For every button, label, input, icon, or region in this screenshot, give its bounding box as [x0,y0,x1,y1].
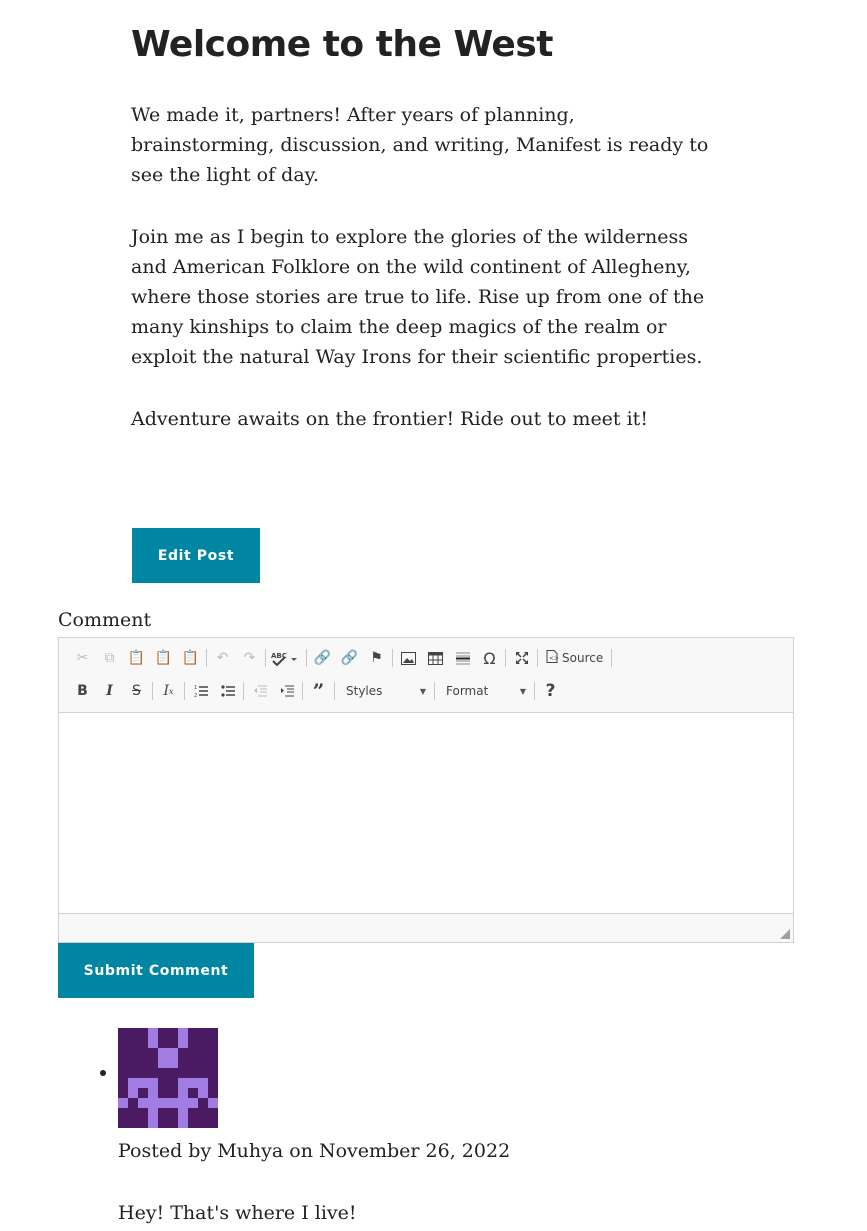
format-dropdown[interactable]: Format ▼ [437,680,532,702]
list-bullet [100,1070,106,1076]
numbered-list-icon[interactable]: 12 [187,678,214,704]
toolbar-separator [434,682,435,700]
svg-text:1: 1 [194,685,197,691]
chevron-down-icon: ▼ [419,686,426,696]
horizontal-line-icon[interactable] [449,645,476,671]
comment-item: Posted by Muhya on November 26, 2022 Hey… [100,1028,511,1228]
styles-dropdown[interactable]: Styles ▼ [337,680,432,702]
toolbar-separator [534,682,535,700]
blockquote-icon[interactable]: ” [305,678,332,704]
toolbar-separator [505,649,506,667]
remove-format-icon[interactable]: Ix [155,678,182,704]
undo-icon[interactable]: ↶ [209,645,236,671]
image-icon[interactable] [395,645,422,671]
spellcheck-icon[interactable]: ABC [268,645,304,671]
link-icon[interactable]: 🔗 [309,645,336,671]
editor-status-bar [59,913,793,942]
post-paragraph: We made it, partners! After years of pla… [131,104,709,186]
paste-icon[interactable]: 📋 [123,645,150,671]
toolbar-separator [611,649,613,667]
increase-indent-icon[interactable] [273,678,300,704]
comment-label: Comment [58,609,152,631]
resize-handle-icon[interactable] [780,929,790,939]
styles-label: Styles [346,684,383,698]
strikethrough-icon[interactable]: S [123,678,150,704]
toolbar-separator [152,682,153,700]
avatar [118,1028,218,1128]
toolbar-separator [306,649,307,667]
bold-icon[interactable]: B [69,678,96,704]
redo-icon[interactable]: ↷ [236,645,263,671]
source-button[interactable]: <> Source [540,645,609,671]
anchor-flag-icon[interactable]: ⚑ [363,645,390,671]
toolbar-separator [302,682,303,700]
source-icon: <> [546,650,559,666]
toolbar-row-2: B I S Ix 12 ” Styles ▼ Format ▼ ? [69,678,564,704]
cut-icon[interactable]: ✂ [69,645,96,671]
toolbar-separator [206,649,207,667]
toolbar-separator [334,682,335,700]
help-icon[interactable]: ? [537,678,564,704]
post-paragraph: Join me as I begin to explore the glorie… [131,226,705,368]
decrease-indent-icon[interactable] [246,678,273,704]
copy-icon[interactable]: ⧉ [96,645,123,671]
edit-post-button[interactable]: Edit Post [132,528,260,583]
editor-toolbar: ✂ ⧉ 📋 📋 📋 ↶ ↷ ABC 🔗 🔗 ⚑ Ω <> Source B I … [59,638,793,713]
svg-text:2: 2 [194,693,197,698]
bulleted-list-icon[interactable] [214,678,241,704]
post-title: Welcome to the West [131,24,553,65]
toolbar-separator [392,649,393,667]
toolbar-separator [243,682,244,700]
comment-edit-area[interactable] [59,713,793,912]
source-label: Source [562,651,604,665]
post-paragraph: Adventure awaits on the frontier! Ride o… [131,408,648,430]
chevron-down-icon: ▼ [519,686,526,696]
comment-meta: Posted by Muhya on November 26, 2022 [118,1140,511,1162]
paste-from-word-icon[interactable]: 📋 [177,645,204,671]
toolbar-separator [184,682,185,700]
format-label: Format [446,684,489,698]
svg-text:<>: <> [549,655,558,662]
toolbar-separator [537,649,538,667]
comment-list: Posted by Muhya on November 26, 2022 Hey… [100,1028,511,1228]
toolbar-row-1: ✂ ⧉ 📋 📋 📋 ↶ ↷ ABC 🔗 🔗 ⚑ Ω <> Source [69,645,614,671]
post-body: We made it, partners! After years of pla… [131,100,721,466]
submit-comment-button[interactable]: Submit Comment [58,943,254,998]
maximize-icon[interactable] [508,645,535,671]
rich-text-editor: ✂ ⧉ 📋 📋 📋 ↶ ↷ ABC 🔗 🔗 ⚑ Ω <> Source B I … [58,637,794,943]
special-character-icon[interactable]: Ω [476,645,503,671]
comment-text: Hey! That's where I live! [118,1202,357,1224]
italic-icon[interactable]: I [96,678,123,704]
unlink-icon[interactable]: 🔗 [336,645,363,671]
table-icon[interactable] [422,645,449,671]
paste-text-icon[interactable]: 📋 [150,645,177,671]
toolbar-separator [265,649,266,667]
